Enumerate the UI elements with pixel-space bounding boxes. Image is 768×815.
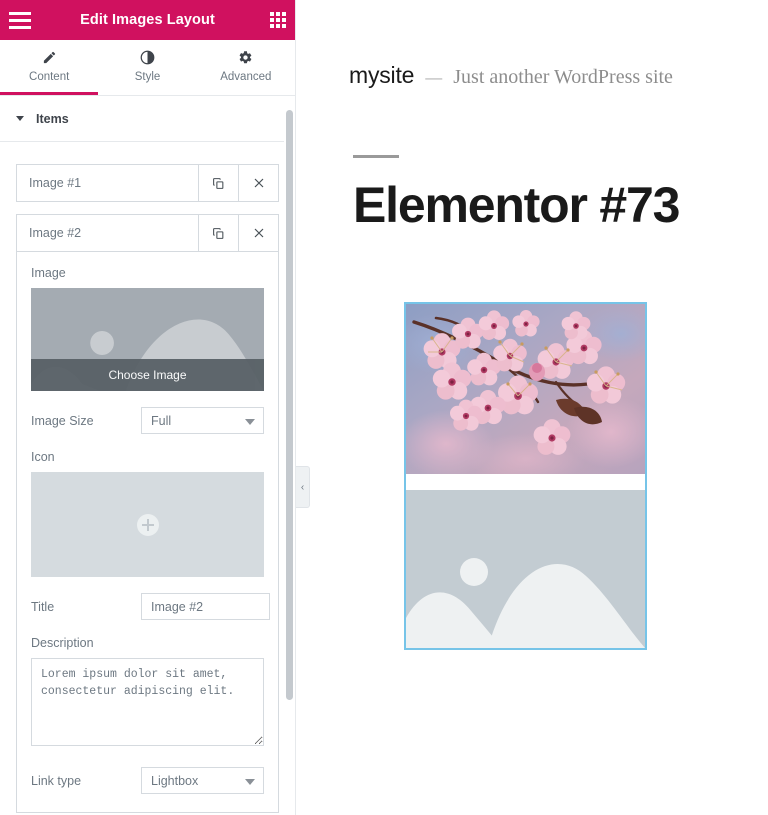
repeater-item-editor: Image Choose Image Image Size Full Icon … xyxy=(16,252,279,813)
tab-advanced[interactable]: Advanced xyxy=(197,40,295,95)
copy-icon[interactable] xyxy=(198,215,238,251)
gallery-gap xyxy=(406,474,645,490)
entry-header: Elementor #73 xyxy=(296,89,768,230)
icon-field-label: Icon xyxy=(31,450,55,464)
panel-title: Edit Images Layout xyxy=(80,12,215,28)
page-title: Elementor #73 xyxy=(353,177,680,233)
image-placeholder-graphic xyxy=(406,490,645,648)
close-icon[interactable] xyxy=(238,215,278,251)
editor-panel: Edit Images Layout Content Style Advance… xyxy=(0,0,296,815)
section-items-title: Items xyxy=(36,111,69,126)
image-size-value: Full xyxy=(151,413,172,428)
link-type-label: Link type xyxy=(31,773,82,788)
panel-tabs: Content Style Advanced xyxy=(0,40,295,96)
table-row[interactable]: Image #1 xyxy=(16,164,279,202)
link-type-select[interactable]: Lightbox xyxy=(141,767,264,794)
chevron-down-icon xyxy=(245,778,255,785)
image-field-label: Image xyxy=(31,266,66,280)
image-size-label: Image Size xyxy=(31,413,94,428)
copy-icon[interactable] xyxy=(198,165,238,201)
site-title[interactable]: mysite xyxy=(349,62,414,89)
cherry-blossom-photo xyxy=(406,304,645,474)
link-type-value: Lightbox xyxy=(151,773,199,788)
separator: — xyxy=(425,68,443,87)
site-tagline: Just another WordPress site xyxy=(453,66,673,88)
tab-advanced-label: Advanced xyxy=(220,71,272,83)
description-textarea[interactable]: Lorem ipsum dolor sit amet, consectetur … xyxy=(31,658,264,746)
panel-scrollbar-thumb[interactable] xyxy=(286,110,293,700)
icon-picker-control[interactable] xyxy=(31,472,264,577)
plus-icon xyxy=(136,513,159,536)
items-section-body: Image #1 Image #2 Image Choose Image Ima… xyxy=(0,142,295,815)
chevron-down-icon xyxy=(245,418,255,425)
gallery-image-2[interactable] xyxy=(406,490,645,648)
pencil-icon xyxy=(42,49,57,65)
elementor-editor: Edit Images Layout Content Style Advance… xyxy=(0,0,768,815)
table-row[interactable]: Image #2 xyxy=(16,214,279,252)
hamburger-icon[interactable] xyxy=(9,11,31,29)
title-row: Title xyxy=(31,593,270,620)
panel-content-scroll: Items Image #1 Image #2 Image Choose Ima… xyxy=(0,96,295,815)
image-size-row: Image Size Full xyxy=(31,407,264,434)
title-input[interactable] xyxy=(141,593,270,620)
tab-style-label: Style xyxy=(134,71,161,83)
panel-scrollbar[interactable] xyxy=(284,96,295,815)
tab-style[interactable]: Style xyxy=(98,40,196,95)
contrast-icon xyxy=(140,49,155,65)
title-label: Title xyxy=(31,599,55,614)
link-type-row: Link type Lightbox xyxy=(31,767,264,794)
tab-content[interactable]: Content xyxy=(0,40,99,95)
choose-image-label: Choose Image xyxy=(31,359,264,391)
gear-icon xyxy=(238,49,253,65)
tab-content-label: Content xyxy=(29,71,70,83)
site-preview: mysite — Just another WordPress site Ele… xyxy=(296,0,768,815)
repeater-item-title[interactable]: Image #1 xyxy=(17,165,198,201)
description-label: Description xyxy=(31,636,94,650)
image-size-select[interactable]: Full xyxy=(141,407,264,434)
gallery-image-1[interactable] xyxy=(406,304,645,474)
title-rule xyxy=(353,155,399,158)
repeater-item-title[interactable]: Image #2 xyxy=(17,215,198,251)
grid-icon[interactable] xyxy=(270,12,286,28)
site-header: mysite — Just another WordPress site xyxy=(296,0,768,89)
panel-collapse-handle[interactable]: ‹ xyxy=(296,466,310,508)
section-items-header[interactable]: Items xyxy=(0,96,295,142)
panel-header: Edit Images Layout xyxy=(0,0,295,40)
close-icon[interactable] xyxy=(238,165,278,201)
chevron-down-icon xyxy=(16,116,24,121)
choose-image-control[interactable]: Choose Image xyxy=(31,288,264,391)
chevron-left-icon: ‹ xyxy=(300,481,305,493)
images-layout-widget[interactable] xyxy=(404,302,647,650)
